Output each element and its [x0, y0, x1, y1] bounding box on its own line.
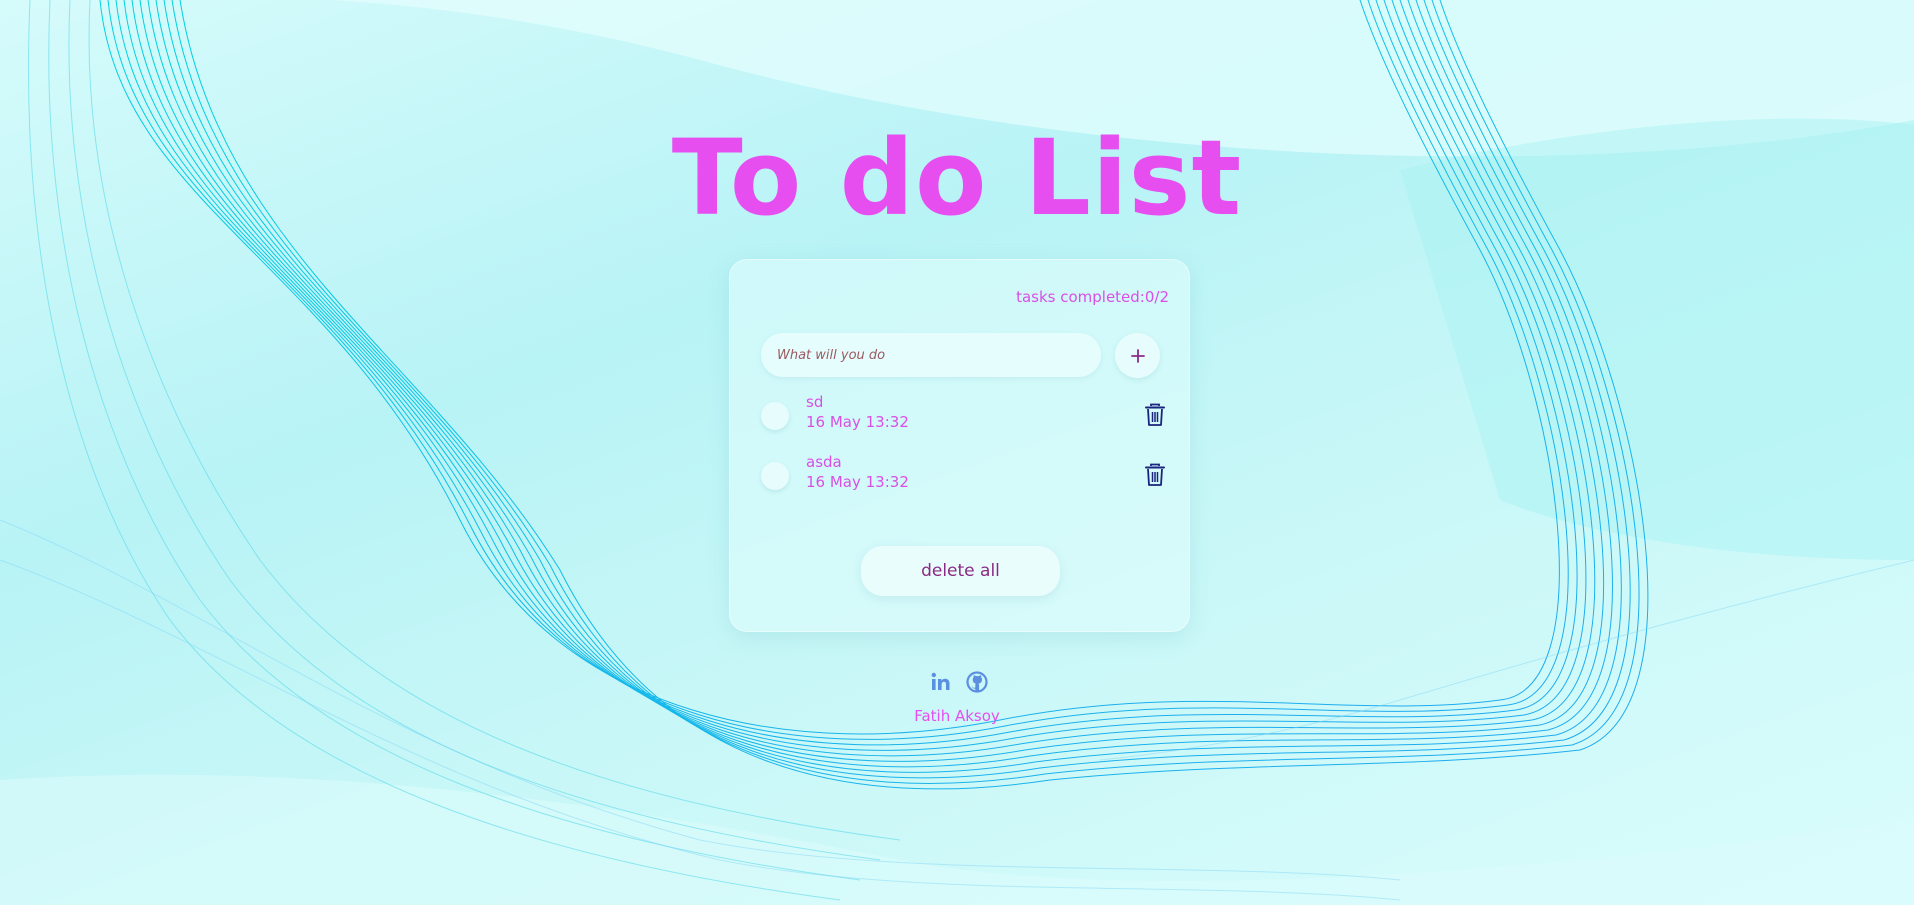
task-name: sd [806, 393, 824, 411]
add-task-button[interactable] [1115, 333, 1160, 378]
tasks-completed-counter: tasks completed:0/2 [1016, 288, 1169, 306]
task-checkbox[interactable] [761, 402, 789, 430]
task-input[interactable] [761, 333, 1101, 377]
task-name: asda [806, 453, 842, 471]
task-date: 16 May 13:32 [806, 473, 909, 491]
github-link[interactable] [966, 671, 988, 693]
todo-card: tasks completed:0/2 sd 16 May 13:32 asda… [729, 259, 1190, 632]
social-links [926, 671, 990, 695]
linkedin-link[interactable] [930, 671, 952, 693]
page-title: To do List [671, 117, 1243, 239]
task-item: asda 16 May 13:32 [761, 453, 1166, 497]
trash-icon[interactable] [1144, 463, 1166, 487]
github-icon [966, 671, 988, 693]
trash-icon[interactable] [1144, 403, 1166, 427]
plus-icon [1130, 348, 1145, 363]
task-checkbox[interactable] [761, 462, 789, 490]
author-name: Fatih Aksoy [914, 707, 1000, 725]
delete-all-button[interactable]: delete all [861, 546, 1060, 596]
linkedin-icon [931, 672, 950, 690]
task-date: 16 May 13:32 [806, 413, 909, 431]
task-item: sd 16 May 13:32 [761, 393, 1166, 437]
